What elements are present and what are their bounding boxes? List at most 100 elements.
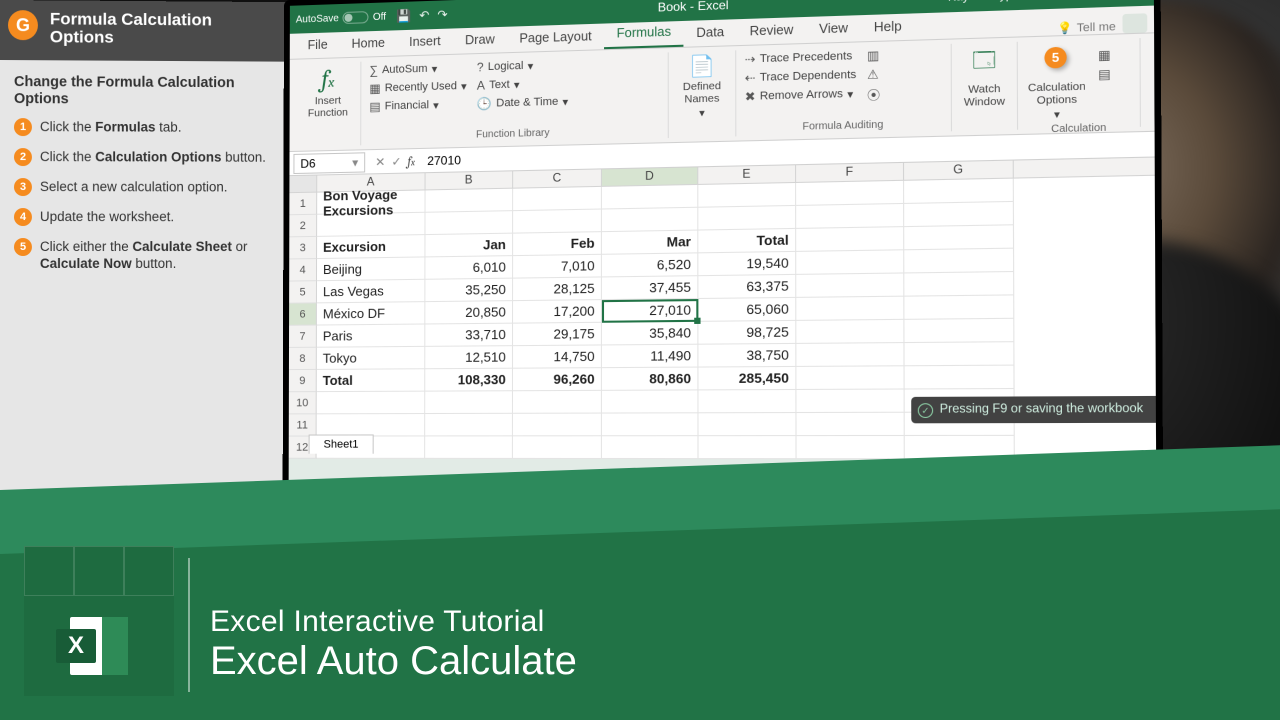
cell[interactable]: 35,250 (425, 279, 513, 303)
cell[interactable]: 6,010 (425, 256, 513, 280)
tab-file[interactable]: File (296, 33, 340, 58)
cell[interactable]: 33,710 (425, 324, 513, 347)
cell[interactable] (699, 413, 797, 436)
cell[interactable]: Mar (602, 231, 698, 255)
cancel-formula-icon[interactable]: ✕ (375, 154, 385, 168)
row-header-10[interactable]: 10 (289, 392, 317, 414)
cell[interactable] (602, 390, 699, 413)
cell[interactable] (796, 413, 904, 436)
cell[interactable] (796, 390, 904, 414)
tab-view[interactable]: View (806, 16, 861, 43)
row-header-2[interactable]: 2 (289, 215, 317, 238)
cell[interactable] (796, 273, 904, 297)
cell[interactable] (425, 436, 513, 459)
quick-access-toolbar[interactable]: 💾 ↶ ↷ (396, 7, 448, 23)
tab-draw[interactable]: Draw (453, 28, 507, 54)
cell[interactable]: Feb (513, 232, 602, 256)
cell[interactable] (904, 295, 1014, 319)
col-header-G[interactable]: G (904, 161, 1014, 180)
fx-icon[interactable]: fx (408, 154, 422, 168)
insert-function-button[interactable]: fx Insert Function (303, 64, 352, 120)
name-box[interactable]: D6▾ (293, 152, 365, 174)
text-button[interactable]: AText ▾ (477, 76, 568, 93)
accept-formula-icon[interactable]: ✓ (391, 154, 401, 168)
cell[interactable] (698, 206, 796, 231)
cell[interactable] (904, 272, 1014, 297)
cell[interactable]: 11,490 (602, 345, 699, 368)
cell[interactable] (905, 366, 1015, 390)
cell[interactable] (905, 342, 1015, 366)
cell[interactable]: Excursion (317, 235, 425, 259)
col-header-B[interactable]: B (426, 171, 514, 189)
cell[interactable]: 285,450 (698, 367, 796, 390)
cell[interactable] (797, 436, 905, 459)
calculate-sheet-icon[interactable]: ▤ (1098, 67, 1111, 82)
cell[interactable]: 35,840 (602, 322, 698, 346)
cell[interactable]: 14,750 (513, 345, 602, 368)
autosum-button[interactable]: ∑AutoSum ▾ (369, 61, 466, 78)
cell[interactable]: 37,455 (602, 276, 698, 300)
cell[interactable]: 6,520 (602, 253, 698, 277)
col-header-D[interactable]: D (602, 167, 698, 186)
cell[interactable] (699, 436, 797, 459)
tab-help[interactable]: Help (861, 14, 915, 41)
financial-button[interactable]: ▤Financial ▾ (369, 97, 466, 114)
worksheet[interactable]: A B C D E F G 123456789101112 Bon Voyage… (289, 158, 1156, 460)
cell[interactable] (796, 343, 904, 367)
cell[interactable] (796, 297, 904, 321)
cell[interactable] (602, 185, 698, 210)
col-header-C[interactable]: C (513, 169, 602, 187)
minimize-button[interactable]: ― (1040, 0, 1071, 2)
cell[interactable] (317, 392, 426, 415)
cell[interactable] (602, 436, 699, 459)
cell[interactable]: Bon Voyage Excursions (317, 190, 425, 214)
cell[interactable] (796, 227, 904, 252)
tab-formulas[interactable]: Formulas (604, 20, 684, 49)
cell[interactable]: Paris (317, 324, 426, 347)
tab-data[interactable]: Data (684, 20, 737, 47)
tab-home[interactable]: Home (340, 31, 397, 57)
trace-dependents-button[interactable]: ⇠Trace Dependents (745, 68, 857, 86)
sheet-tabs[interactable]: Sheet1 (309, 432, 374, 454)
cell[interactable] (426, 189, 514, 213)
cell[interactable] (904, 225, 1014, 250)
cell[interactable] (425, 414, 513, 437)
cell[interactable]: 98,725 (698, 321, 796, 345)
cell[interactable] (317, 213, 425, 237)
cell[interactable] (602, 208, 698, 232)
row-header-9[interactable]: 9 (289, 370, 317, 392)
tab-page-layout[interactable]: Page Layout (507, 25, 604, 53)
redo-icon[interactable]: ↷ (437, 7, 447, 22)
cell[interactable] (425, 211, 513, 235)
autosave-toggle[interactable]: AutoSave Off (296, 11, 386, 26)
cell[interactable] (904, 319, 1014, 343)
row-header-4[interactable]: 4 (289, 259, 317, 282)
col-header-F[interactable]: F (796, 163, 904, 182)
remove-arrows-button[interactable]: ✖Remove Arrows ▾ (745, 86, 857, 104)
date-time-button[interactable]: 🕒Date & Time ▾ (477, 94, 568, 111)
error-checking-icon[interactable]: ⚠ (867, 67, 880, 82)
cell[interactable] (796, 320, 904, 344)
cell[interactable] (904, 202, 1014, 227)
save-icon[interactable]: 💾 (396, 9, 411, 24)
signed-in-user[interactable]: Kayla Claypool (948, 0, 1029, 4)
cell[interactable]: 65,060 (698, 298, 796, 322)
cell[interactable] (796, 204, 904, 229)
row-header-8[interactable]: 8 (289, 348, 317, 370)
cell[interactable]: Total (317, 369, 426, 392)
cell[interactable]: 63,375 (698, 275, 796, 299)
maximize-button[interactable]: ▢ (1078, 0, 1109, 1)
cell[interactable]: 17,200 (513, 300, 602, 324)
cell[interactable] (796, 366, 904, 390)
cell[interactable] (796, 181, 904, 206)
cell[interactable] (904, 179, 1014, 204)
cell[interactable] (513, 210, 602, 234)
logical-button[interactable]: ?Logical ▾ (477, 57, 568, 74)
row-headers[interactable]: 123456789101112 (289, 193, 318, 459)
cell[interactable]: 38,750 (698, 344, 796, 368)
row-header-3[interactable]: 3 (289, 237, 317, 260)
recently-used-button[interactable]: ▦Recently Used ▾ (369, 79, 466, 96)
cell[interactable]: 108,330 (425, 369, 513, 392)
cell[interactable]: Tokyo (317, 347, 426, 370)
cell[interactable]: Jan (425, 234, 513, 258)
